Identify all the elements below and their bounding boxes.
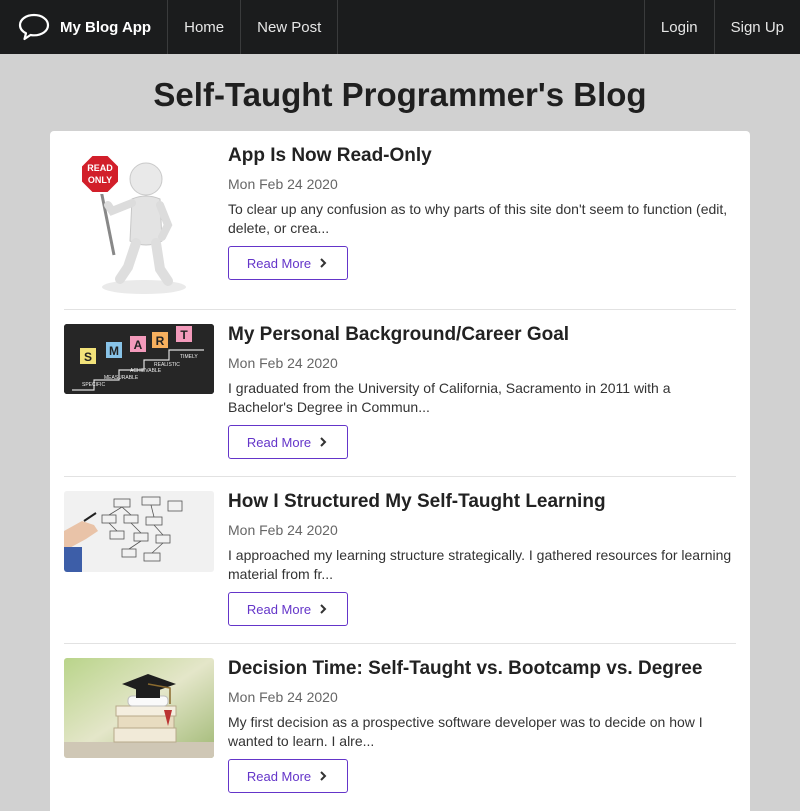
smart-letter-t: T: [180, 328, 188, 342]
post-excerpt: I approached my learning structure strat…: [228, 547, 732, 582]
post-divider: [64, 476, 736, 477]
chevron-right-icon: [320, 604, 327, 614]
brand-label: My Blog App: [60, 18, 152, 36]
chevron-right-icon: [320, 437, 327, 447]
smart-letter-a: A: [134, 338, 143, 352]
post-thumbnail[interactable]: S M A R T TIMELY REALISTIC ACHIEVABLE ME…: [64, 324, 214, 394]
post-item: S M A R T TIMELY REALISTIC ACHIEVABLE ME…: [64, 324, 736, 477]
sign-text-2: ONLY: [88, 175, 112, 185]
graduation-cap-image: [64, 658, 214, 758]
post-excerpt: I graduated from the University of Calif…: [228, 380, 671, 415]
read-more-button[interactable]: Read More: [228, 759, 348, 793]
read-only-figure-image: READ ONLY: [80, 154, 186, 294]
smart-word-specific: SPECIFIC: [82, 382, 105, 388]
whiteboard-diagram-image: [64, 491, 214, 572]
read-more-button[interactable]: Read More: [228, 246, 348, 280]
post-title[interactable]: Decision Time: Self-Taught vs. Bootcamp …: [228, 658, 736, 680]
smart-word-achievable: ACHIEVABLE: [130, 368, 162, 374]
smart-goals-image: S M A R T TIMELY REALISTIC ACHIEVABLE ME…: [64, 324, 214, 394]
read-more-label: Read More: [246, 434, 312, 450]
nav-login[interactable]: Login: [643, 0, 714, 54]
post-date: Mon Feb 24 2020: [228, 355, 338, 371]
page-title: Self-Taught Programmer's Blog: [153, 76, 647, 113]
read-more-label: Read More: [246, 768, 312, 784]
read-more-button[interactable]: Read More: [228, 592, 348, 626]
smart-letter-m: M: [109, 344, 119, 358]
post-body: App Is Now Read-Only Mon Feb 24 2020 To …: [228, 145, 736, 280]
post-thumbnail[interactable]: READ ONLY: [64, 145, 214, 295]
post-item: READ ONLY App Is Now Read-Only Mon Feb 2…: [64, 145, 736, 310]
read-more-label: Read More: [246, 255, 312, 271]
smart-word-measurable: MEASURABLE: [104, 375, 139, 381]
smart-letter-r: R: [156, 334, 165, 348]
top-navbar: My Blog App Home New Post Login Sign Up: [0, 0, 800, 54]
post-item: How I Structured My Self-Taught Learning…: [64, 491, 736, 644]
smart-letter-s: S: [84, 350, 92, 364]
nav-sign-up[interactable]: Sign Up: [713, 0, 800, 54]
post-title[interactable]: How I Structured My Self-Taught Learning: [228, 491, 736, 513]
post-divider: [64, 309, 736, 310]
post-date: Mon Feb 24 2020: [228, 176, 338, 192]
nav-right-group: Login Sign Up: [643, 0, 800, 54]
nav-home[interactable]: Home: [168, 0, 242, 54]
post-title[interactable]: App Is Now Read-Only: [228, 145, 736, 167]
post-body: Decision Time: Self-Taught vs. Bootcamp …: [228, 658, 736, 793]
chevron-right-icon: [320, 771, 327, 781]
post-excerpt: To clear up any confusion as to why part…: [228, 201, 728, 236]
nav-new-post[interactable]: New Post: [241, 0, 339, 54]
post-item: Decision Time: Self-Taught vs. Bootcamp …: [64, 658, 736, 811]
speech-bubble-icon: [18, 13, 50, 41]
sign-text-1: READ: [87, 163, 113, 173]
post-date: Mon Feb 24 2020: [228, 689, 338, 705]
post-thumbnail[interactable]: [64, 491, 214, 572]
chevron-right-icon: [320, 258, 327, 268]
posts-card: READ ONLY App Is Now Read-Only Mon Feb 2…: [50, 131, 750, 811]
post-excerpt: My first decision as a prospective softw…: [228, 714, 703, 749]
read-more-button[interactable]: Read More: [228, 425, 348, 459]
post-body: How I Structured My Self-Taught Learning…: [228, 491, 736, 626]
post-title[interactable]: My Personal Background/Career Goal: [228, 324, 736, 346]
post-body: My Personal Background/Career Goal Mon F…: [228, 324, 736, 459]
read-more-label: Read More: [246, 601, 312, 617]
post-date: Mon Feb 24 2020: [228, 522, 338, 538]
post-thumbnail[interactable]: [64, 658, 214, 758]
smart-word-timely: TIMELY: [180, 354, 198, 360]
brand-link[interactable]: My Blog App: [0, 0, 169, 54]
post-divider: [64, 643, 736, 644]
